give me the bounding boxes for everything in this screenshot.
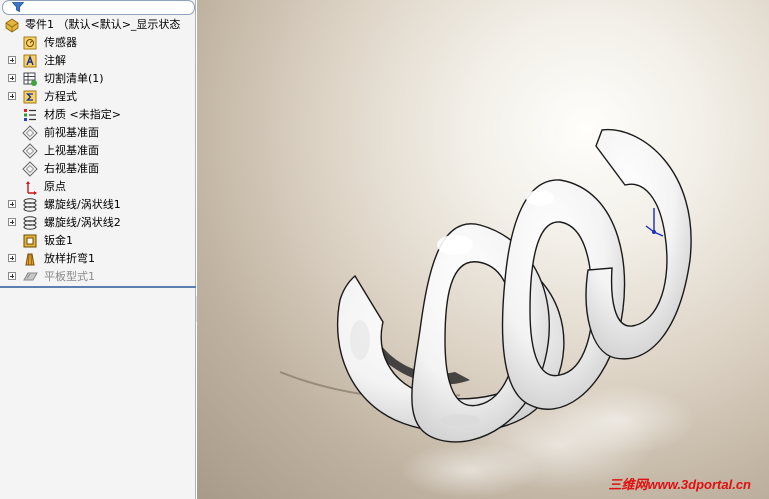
annotation-icon xyxy=(23,54,37,68)
tree-item-label: 方程式 xyxy=(44,90,77,103)
expand-toggle[interactable] xyxy=(8,92,16,100)
tree-item-label: 原点 xyxy=(44,180,66,193)
flat-pattern-icon xyxy=(23,272,38,281)
tree-filter-bar[interactable] xyxy=(2,0,195,15)
tree-item-top-plane[interactable]: 上视基准面 xyxy=(0,142,196,160)
tree-item-label: 前视基准面 xyxy=(44,126,99,139)
tree-item-label: 螺旋线/涡状线1 xyxy=(44,198,121,211)
tree-item-label: 切割清单(1) xyxy=(44,72,104,85)
expand-toggle[interactable] xyxy=(8,200,16,208)
tree-item-flat-pattern[interactable]: 平板型式1 xyxy=(0,268,196,286)
tree-item-label: 上视基准面 xyxy=(44,144,99,157)
plane-icon xyxy=(22,161,38,177)
filter-icon[interactable] xyxy=(12,2,24,12)
tree-root-label: 零件1 （默认<默认>_显示状态 xyxy=(25,18,181,31)
expand-toggle[interactable] xyxy=(8,56,16,64)
graphics-viewport[interactable]: 三维网www.3dportal.cn xyxy=(197,0,769,499)
panel-splitter[interactable] xyxy=(0,286,196,288)
tree-item-right-plane[interactable]: 右视基准面 xyxy=(0,160,196,178)
tree-item-helix-2[interactable]: 螺旋线/涡状线2 xyxy=(0,214,196,232)
tree-item-helix-1[interactable]: 螺旋线/涡状线1 xyxy=(0,196,196,214)
tree-item-lofted-bend[interactable]: 放样折弯1 xyxy=(0,250,196,268)
plane-icon xyxy=(22,125,38,141)
origin-icon xyxy=(26,181,37,195)
expand-toggle[interactable] xyxy=(8,74,16,82)
part-icon xyxy=(5,18,19,33)
tree-item-sensors[interactable]: 传感器 xyxy=(0,34,196,52)
helix-icon xyxy=(23,198,37,212)
tree-root-part[interactable]: 零件1 （默认<默认>_显示状态 xyxy=(0,16,196,34)
equation-icon xyxy=(23,90,37,104)
filter-input[interactable] xyxy=(2,0,195,15)
tree-item-sheet-metal[interactable]: 钣金1 xyxy=(0,232,196,250)
sensor-icon xyxy=(23,36,37,50)
tree-item-front-plane[interactable]: 前视基准面 xyxy=(0,124,196,142)
tree-item-label: 注解 xyxy=(44,54,66,67)
plane-icon xyxy=(22,143,38,159)
tree-item-cut-list[interactable]: 切割清单(1) xyxy=(0,70,196,88)
expand-toggle[interactable] xyxy=(8,254,16,262)
tree-item-label: 传感器 xyxy=(44,36,77,49)
tree-item-label: 平板型式1 xyxy=(44,270,95,283)
material-icon xyxy=(24,109,36,121)
sheet-metal-spring-model xyxy=(279,128,695,498)
tree-item-equations[interactable]: 方程式 xyxy=(0,88,196,106)
helix-icon xyxy=(23,216,37,230)
tree-item-material[interactable]: 材质 <未指定> xyxy=(0,106,196,124)
expand-toggle[interactable] xyxy=(8,218,16,226)
tree-item-annotations[interactable]: 注解 xyxy=(0,52,196,70)
lofted-bend-icon xyxy=(25,253,35,266)
feature-manager-tree: 零件1 （默认<默认>_显示状态 传感器 注解 切割清单(1) 方程式 材质 <… xyxy=(0,0,196,499)
tree-item-label: 材质 <未指定> xyxy=(44,108,121,121)
tree-item-label: 钣金1 xyxy=(44,234,73,247)
watermark-text: 三维网www.3dportal.cn xyxy=(608,477,751,492)
tree-item-label: 放样折弯1 xyxy=(44,252,95,265)
cut-list-icon xyxy=(23,72,37,86)
sheet-metal-icon xyxy=(23,234,37,248)
tree-item-label: 螺旋线/涡状线2 xyxy=(44,216,121,229)
tree-item-origin[interactable]: 原点 xyxy=(0,178,196,196)
tree-item-label: 右视基准面 xyxy=(44,162,99,175)
expand-toggle[interactable] xyxy=(8,272,16,280)
